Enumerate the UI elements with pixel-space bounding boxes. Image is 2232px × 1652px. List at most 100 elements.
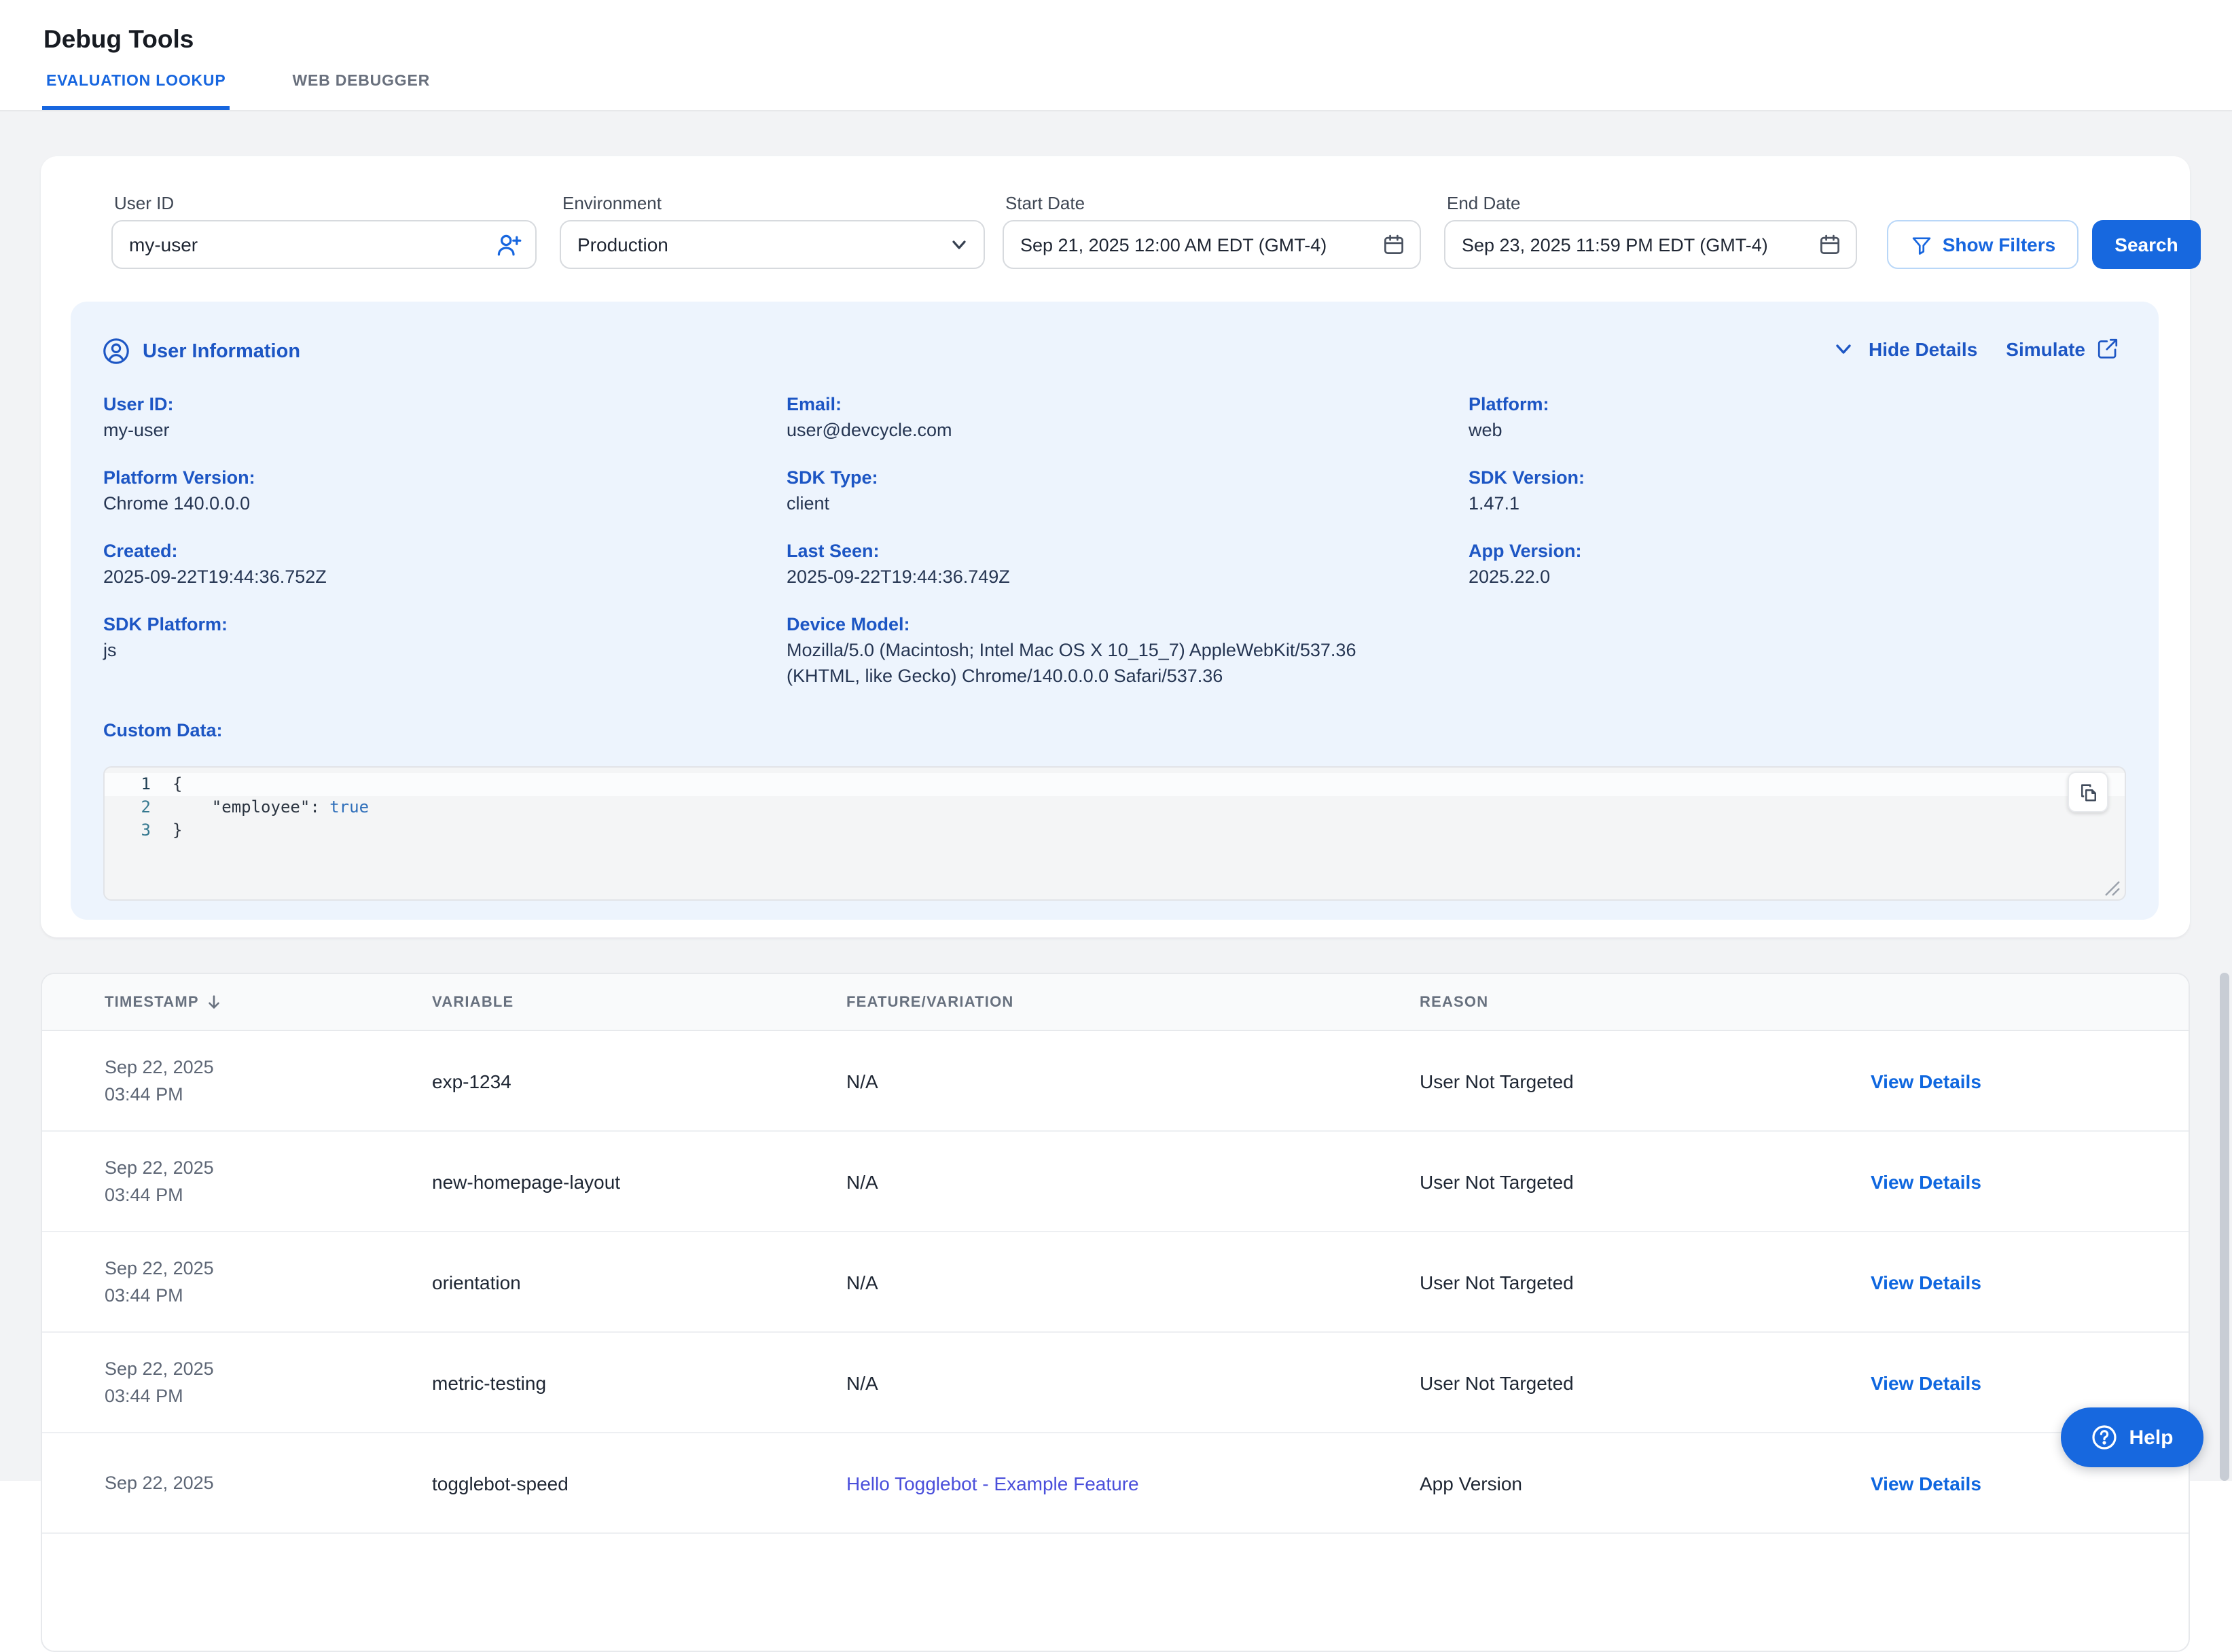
column-header-timestamp[interactable]: TIMESTAMP — [105, 974, 223, 1030]
view-details-link[interactable]: View Details — [1871, 1170, 1981, 1192]
simulate-label: Simulate — [2006, 338, 2085, 359]
code-token: { — [173, 774, 182, 793]
variable-cell: new-homepage-layout — [432, 1132, 833, 1231]
start-date-input[interactable]: Sep 21, 2025 12:00 AM EDT (GMT-4) — [1003, 220, 1421, 269]
tab-bar: EVALUATION LOOKUP WEB DEBUGGER — [42, 73, 434, 110]
code-token: : — [310, 797, 329, 816]
funnel-icon — [1910, 233, 1933, 256]
user-info-label: Email: — [787, 391, 1469, 417]
person-add-icon[interactable] — [494, 231, 522, 258]
copy-button[interactable] — [2068, 772, 2108, 812]
user-info-label: User ID: — [103, 391, 787, 417]
user-info-label: Platform: — [1469, 391, 2093, 417]
simulate-button[interactable]: Simulate — [2006, 337, 2119, 360]
custom-data-editor[interactable]: 1{2 "employee": true3} — [103, 766, 2126, 901]
content-area: User ID Environment Production — [0, 111, 2232, 1481]
user-id-input[interactable] — [129, 234, 519, 255]
user-info-field: Platform Version:Chrome 140.0.0.0 — [103, 465, 787, 516]
user-info-value: 2025.22.0 — [1469, 564, 2093, 590]
timestamp-cell: Sep 22, 202503:44 PM — [105, 1132, 417, 1231]
hide-details-label: Hide Details — [1869, 338, 1977, 359]
sort-descending-icon — [206, 993, 223, 1011]
timestamp-time: 03:44 PM — [105, 1382, 214, 1409]
start-date-value: Sep 21, 2025 12:00 AM EDT (GMT-4) — [1020, 234, 1327, 255]
tab-web-debugger[interactable]: WEB DEBUGGER — [288, 73, 434, 110]
search-button-label: Search — [2114, 234, 2178, 255]
calendar-icon[interactable] — [1818, 232, 1842, 257]
environment-select[interactable]: Production — [560, 220, 985, 269]
user-info-label: App Version: — [1469, 538, 2093, 564]
action-cell: View Details — [1871, 1031, 2115, 1130]
feature-variation-cell[interactable]: Hello Togglebot - Example Feature — [846, 1433, 1403, 1532]
action-cell: View Details — [1871, 1132, 2115, 1231]
help-button[interactable]: Help — [2061, 1407, 2203, 1467]
calendar-icon[interactable] — [1382, 232, 1406, 257]
user-information-panel: User Information Hide Details Simulate — [71, 302, 2159, 920]
view-details-link[interactable]: View Details — [1871, 1371, 1981, 1393]
timestamp-text: Sep 22, 202503:44 PM — [105, 1054, 214, 1108]
user-info-label: Last Seen: — [787, 538, 1469, 564]
table-row: Sep 22, 202503:44 PMmetric-testingN/AUse… — [42, 1333, 2189, 1433]
user-info-field: Platform:web — [1469, 391, 2093, 443]
chevron-down-icon — [948, 234, 970, 255]
user-id-label: User ID — [114, 193, 174, 213]
code-line-number: 1 — [105, 773, 151, 796]
column-header-variable[interactable]: VARIABLE — [432, 974, 514, 1030]
page-header: Debug Tools EVALUATION LOOKUP WEB DEBUGG… — [0, 0, 2232, 111]
show-filters-button[interactable]: Show Filters — [1887, 220, 2078, 269]
code-token: true — [329, 797, 369, 816]
timestamp-time: 03:44 PM — [105, 1282, 214, 1309]
code-line: 1{ — [105, 773, 2125, 796]
code-line-text: } — [151, 819, 182, 842]
timestamp-cell: Sep 22, 202503:44 PM — [105, 1031, 417, 1130]
reason-cell: User Not Targeted — [1420, 1132, 1854, 1231]
variable-cell: exp-1234 — [432, 1031, 833, 1130]
user-info-label: SDK Version: — [1469, 465, 2093, 490]
view-details-link[interactable]: View Details — [1871, 1070, 1981, 1092]
search-button[interactable]: Search — [2092, 220, 2201, 269]
column-header-reason[interactable]: REASON — [1420, 974, 1488, 1030]
view-details-link[interactable]: View Details — [1871, 1472, 1981, 1494]
user-info-field: SDK Type:client — [787, 465, 1469, 516]
end-date-label: End Date — [1447, 193, 1520, 213]
user-info-value: web — [1469, 417, 2093, 443]
user-info-value: 1.47.1 — [1469, 490, 2093, 516]
timestamp-date: Sep 22, 2025 — [105, 1154, 214, 1181]
view-details-link[interactable]: View Details — [1871, 1271, 1981, 1293]
tab-evaluation-lookup[interactable]: EVALUATION LOOKUP — [42, 73, 230, 110]
timestamp-date: Sep 22, 2025 — [105, 1054, 214, 1081]
copy-icon — [2078, 782, 2098, 802]
hide-details-button[interactable]: Hide Details — [1832, 338, 1977, 359]
reason-cell: User Not Targeted — [1420, 1031, 1854, 1130]
timestamp-date: Sep 22, 2025 — [105, 1469, 214, 1496]
code-token: } — [173, 821, 182, 840]
code-line-number: 2 — [105, 796, 151, 819]
user-info-value: my-user — [103, 417, 749, 443]
chevron-down-icon — [1832, 338, 1854, 359]
feature-variation-cell: N/A — [846, 1333, 1403, 1432]
user-info-label: Platform Version: — [103, 465, 787, 490]
end-date-value: Sep 23, 2025 11:59 PM EDT (GMT-4) — [1462, 234, 1768, 255]
reason-cell: User Not Targeted — [1420, 1333, 1854, 1432]
code-line-text: { — [151, 773, 182, 796]
user-info-field: User ID:my-user — [103, 391, 787, 443]
table-row: Sep 22, 2025togglebot-speedHello Toggleb… — [42, 1433, 2189, 1534]
evaluation-lookup-card: User ID Environment Production — [41, 156, 2190, 937]
debug-tools-page: Debug Tools EVALUATION LOOKUP WEB DEBUGG… — [0, 0, 2232, 1481]
user-info-label: Created: — [103, 538, 787, 564]
timestamp-time: 03:44 PM — [105, 1081, 214, 1108]
feature-variation-cell: N/A — [846, 1132, 1403, 1231]
user-info-value: client — [787, 490, 1432, 516]
user-info-value: Chrome 140.0.0.0 — [103, 490, 749, 516]
evaluations-table: TIMESTAMP VARIABLE FEATURE/VARIATION REA… — [41, 973, 2190, 1652]
help-label: Help — [2129, 1426, 2173, 1449]
end-date-input[interactable]: Sep 23, 2025 11:59 PM EDT (GMT-4) — [1444, 220, 1857, 269]
scrollbar-thumb[interactable] — [2220, 973, 2229, 1481]
reason-cell: User Not Targeted — [1420, 1232, 1854, 1331]
resize-handle[interactable] — [2103, 879, 2121, 897]
environment-value: Production — [577, 234, 668, 255]
user-info-field: Device Model:Mozilla/5.0 (Macintosh; Int… — [787, 611, 1469, 689]
user-info-label: SDK Type: — [787, 465, 1469, 490]
show-filters-label: Show Filters — [1943, 234, 2055, 255]
column-header-feature-variation[interactable]: FEATURE/VARIATION — [846, 974, 1014, 1030]
